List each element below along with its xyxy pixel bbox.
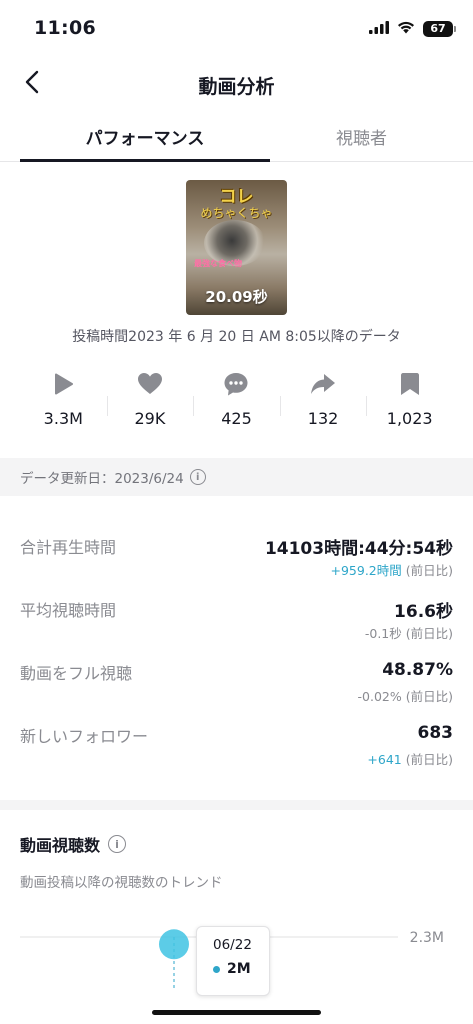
- section-divider: [0, 800, 473, 810]
- comment-icon: [222, 370, 250, 398]
- info-icon[interactable]: i: [108, 835, 127, 853]
- metric-delta: -0.02% (前日比): [358, 686, 453, 705]
- metric-full-view-rate: 動画をフル視聴 48.87% -0.02% (前日比): [20, 658, 453, 708]
- bookmark-icon: [396, 370, 424, 398]
- metric-average-watch-time: 平均視聴時間 16.6秒 -0.1秒 (前日比): [20, 595, 453, 645]
- delta-suffix: (前日比): [401, 626, 453, 641]
- heart-icon: [136, 370, 164, 398]
- data-update-bar: データ更新日：2023/6/24 i: [0, 458, 473, 496]
- tab-viewers[interactable]: 視聴者: [250, 124, 473, 149]
- delta-value: +959.2時間: [330, 563, 402, 578]
- chart-tooltip: 06/22 2M: [196, 926, 270, 996]
- delta-value: +641: [367, 752, 402, 767]
- video-duration: 20.09秒: [205, 288, 268, 306]
- stat-comments[interactable]: 425: [193, 366, 280, 438]
- y-tick-label: 2.3M: [410, 930, 444, 946]
- nav-bar: 動画分析: [0, 60, 473, 108]
- metric-value: 16.6秒: [394, 602, 453, 622]
- metric-delta: +641 (前日比): [367, 749, 453, 768]
- status-bar: 11:06 67: [0, 0, 473, 56]
- stat-value: 132: [307, 409, 339, 428]
- page-title: 動画分析: [198, 76, 275, 98]
- stat-value: 1,023: [386, 409, 433, 428]
- play-icon: [49, 370, 77, 398]
- delta-suffix: (前日比): [401, 752, 453, 767]
- metric-new-followers: 新しいフォロワー 683 +641 (前日比): [20, 721, 453, 771]
- tab-bar: パフォーマンス 視聴者: [0, 118, 473, 162]
- tooltip-row: 2M: [213, 961, 269, 977]
- tooltip-value: 2M: [227, 961, 251, 977]
- metric-value: 48.87%: [382, 660, 453, 680]
- metric-label: 新しいフォロワー: [20, 727, 149, 746]
- status-icons: 67: [369, 19, 456, 38]
- metric-label: 平均視聴時間: [20, 601, 117, 620]
- stats-row: 3.3M 29K 425 132 1,023: [20, 366, 453, 438]
- post-time-label: 投稿時間2023 年 6 月 20 日 AM 8:05以降のデータ: [72, 329, 401, 345]
- battery-icon: 67: [423, 20, 456, 37]
- stat-saves[interactable]: 1,023: [366, 366, 453, 438]
- home-indicator[interactable]: [152, 1010, 321, 1015]
- section-title-text: 動画視聴数: [20, 836, 101, 855]
- views-section-title: 動画視聴数 i: [20, 832, 127, 856]
- metric-label: 動画をフル視聴: [20, 664, 133, 683]
- stat-likes[interactable]: 29K: [106, 366, 194, 438]
- delta-value: -0.1秒: [364, 626, 402, 641]
- metric-value: 14103時間:44分:54秒: [264, 539, 453, 559]
- stat-value: 3.3M: [43, 409, 83, 428]
- signal-icon: [369, 19, 389, 38]
- stat-plays[interactable]: 3.3M: [20, 366, 107, 438]
- stat-shares[interactable]: 132: [279, 366, 367, 438]
- data-update-date: データ更新日：2023/6/24: [20, 471, 184, 487]
- thumbnail-caption-2: めちゃくちゃ: [200, 206, 273, 220]
- metric-delta: -0.1秒 (前日比): [365, 623, 453, 642]
- thumbnail-caption-3: 最強な食べ物: [194, 259, 242, 268]
- metric-total-play-time: 合計再生時間 14103時間:44分:54秒 +959.2時間 (前日比): [20, 532, 453, 582]
- status-time: 11:06: [34, 17, 96, 39]
- delta-value: -0.02%: [357, 689, 402, 704]
- series-dot-icon: [213, 965, 220, 973]
- tooltip-date: 06/22: [213, 937, 252, 953]
- stat-value: 425: [221, 409, 252, 428]
- wifi-icon: [397, 19, 415, 38]
- metric-value: 683: [417, 723, 454, 743]
- video-thumbnail[interactable]: コレ めちゃくちゃ 最強な食べ物 20.09秒: [186, 180, 287, 315]
- share-icon: [309, 370, 337, 398]
- info-icon[interactable]: i: [189, 469, 206, 485]
- views-section-subtitle: 動画投稿以降の視聴数のトレンド: [20, 875, 223, 891]
- metric-delta: +959.2時間 (前日比): [331, 560, 454, 579]
- delta-suffix: (前日比): [401, 563, 453, 578]
- delta-suffix: (前日比): [401, 689, 453, 704]
- metric-label: 合計再生時間: [20, 538, 117, 557]
- data-point[interactable]: [159, 929, 189, 960]
- tab-active-indicator: [20, 159, 270, 162]
- tab-performance[interactable]: パフォーマンス: [20, 124, 270, 149]
- stat-value: 29K: [134, 409, 166, 428]
